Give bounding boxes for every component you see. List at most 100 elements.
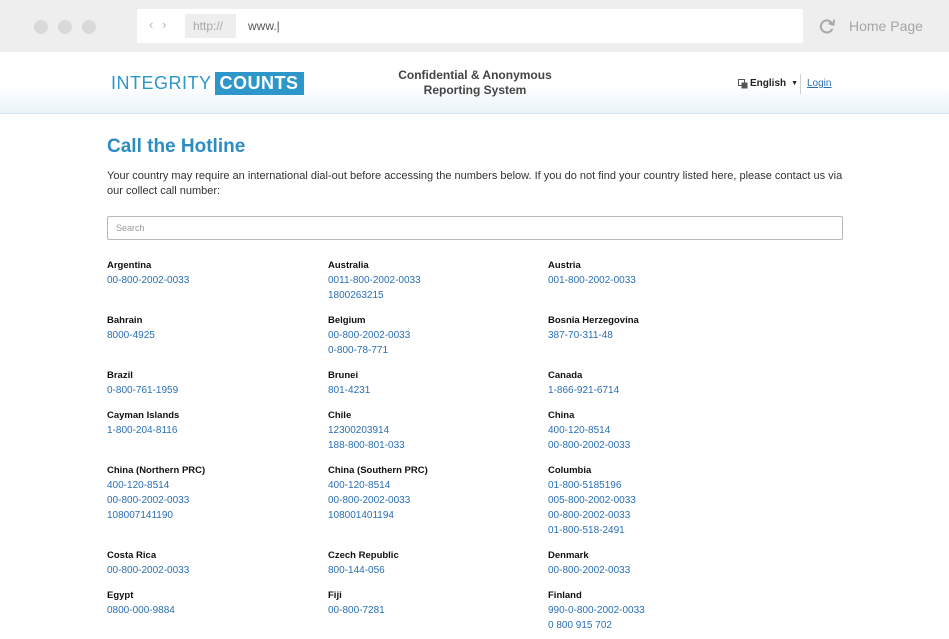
phone-number-link[interactable]: 0011-800-2002-0033 — [328, 273, 528, 288]
country-name: Columbia — [548, 465, 592, 476]
country-name: Austria — [548, 260, 581, 271]
country-entry: Canada 1-866-921-6714 — [548, 368, 748, 398]
language-selector[interactable]: English ▼ — [738, 78, 798, 90]
intro-text: Your country may require an internationa… — [107, 170, 843, 197]
country-name: Costa Rica — [107, 550, 157, 561]
country-entry: Finland 990-0-800-2002-0033 0 800 915 702 — [548, 588, 748, 633]
country-name: China (Southern PRC) — [328, 465, 428, 476]
country-entry: Denmark 00-800-2002-0033 — [548, 548, 748, 578]
phone-number-link[interactable]: 0 800 915 702 — [548, 618, 748, 633]
window-close-dot[interactable] — [34, 20, 48, 34]
country-name: Argentina — [107, 260, 152, 271]
phone-number-link[interactable]: 12300203914 — [328, 423, 528, 438]
country-name: Brazil — [107, 370, 133, 381]
phone-number-link[interactable]: 8000-4925 — [107, 328, 307, 343]
country-entry: Belgium 00-800-2002-0033 0-800-78-771 — [328, 313, 528, 358]
phone-number-link[interactable]: 400-120-8514 — [548, 423, 748, 438]
country-entry: Costa Rica 00-800-2002-0033 — [107, 548, 307, 578]
header-title-line2: Reporting System — [423, 83, 527, 97]
country-entry: Brunei 801-4231 — [328, 368, 528, 398]
home-page-link[interactable]: Home Page — [849, 17, 923, 35]
search-input[interactable] — [108, 217, 842, 239]
phone-number-link[interactable]: 00-800-7281 — [328, 603, 528, 618]
address-bar[interactable]: ‹ › http:// www.| — [137, 9, 803, 43]
phone-number-link[interactable]: 00-800-2002-0033 — [328, 493, 528, 508]
country-entry: Cayman Islands 1-800-204-8116 — [107, 408, 307, 438]
phone-number-link[interactable]: 01-800-5185196 — [548, 478, 748, 493]
phone-number-link[interactable]: 00-800-2002-0033 — [328, 328, 528, 343]
country-name: Bahrain — [107, 315, 143, 326]
logo-text-counts: COUNTS — [214, 72, 304, 95]
country-entry: China 400-120-8514 00-800-2002-0033 — [548, 408, 748, 453]
protocol-label: http:// — [185, 14, 236, 38]
browser-chrome: ‹ › http:// www.| Home Page — [0, 0, 949, 52]
country-entry: Chile 12300203914 188-800-801-033 — [328, 408, 528, 453]
country-entry: Brazil 0-800-761-1959 — [107, 368, 307, 398]
phone-number-link[interactable]: 801-4231 — [328, 383, 528, 398]
back-arrow-icon[interactable]: ‹ — [149, 17, 153, 33]
country-entry: China (Northern PRC) 400-120-8514 00-800-2… — [107, 463, 307, 523]
country-name: Egypt — [107, 590, 134, 601]
phone-number-link[interactable]: 188-800-801-033 — [328, 438, 528, 453]
phone-number-link[interactable]: 00-800-2002-0033 — [548, 563, 748, 578]
login-link[interactable]: Login — [807, 78, 831, 90]
url-text[interactable]: www.| — [248, 18, 280, 34]
phone-number-link[interactable]: 387-70-311-48 — [548, 328, 748, 343]
phone-number-link[interactable]: 800-144-056 — [328, 563, 528, 578]
translate-icon — [738, 79, 748, 89]
phone-number-link[interactable]: 108007141190 — [107, 508, 307, 523]
phone-number-link[interactable]: 1-866-921-6714 — [548, 383, 748, 398]
country-entry: Bosnia Herzegovina 387-70-311-48 — [548, 313, 748, 343]
phone-number-link[interactable]: 00-800-2002-0033 — [548, 508, 748, 523]
phone-number-link[interactable]: 00-800-2002-0033 — [107, 273, 307, 288]
phone-number-link[interactable]: 1-800-204-8116 — [107, 423, 307, 438]
phone-number-link[interactable]: 001-800-2002-0033 — [548, 273, 748, 288]
country-entry: Australia 0011-800-2002-0033 1800263215 — [328, 258, 528, 303]
header-title-line1: Confidential & Anonymous — [398, 68, 552, 82]
phone-number-link[interactable]: 00-800-2002-0033 — [107, 563, 307, 578]
reload-icon[interactable] — [817, 16, 837, 36]
phone-number-link[interactable]: 0800-000-9884 — [107, 603, 307, 618]
logo-text-integrity: INTEGRITY — [111, 73, 212, 93]
country-entry: Columbia 01-800-5185196 005-800-2002-0033 0… — [548, 463, 748, 538]
phone-number-link[interactable]: 0-800-78-771 — [328, 343, 528, 358]
country-name: Czech Republic — [328, 550, 399, 561]
country-name: Australia — [328, 260, 369, 271]
country-entry: Czech Republic 800-144-056 — [328, 548, 528, 578]
country-name: Bosnia Herzegovina — [548, 315, 639, 326]
country-name: Canada — [548, 370, 583, 381]
phone-number-link[interactable]: 005-800-2002-0033 — [548, 493, 748, 508]
phone-number-link[interactable]: 1800263215 — [328, 288, 528, 303]
window-minimize-dot[interactable] — [58, 20, 72, 34]
phone-number-link[interactable]: 0-800-761-1959 — [107, 383, 307, 398]
country-name: Fiji — [328, 590, 342, 601]
country-entry: Fiji 00-800-7281 — [328, 588, 528, 618]
phone-number-link[interactable]: 108001401194 — [328, 508, 528, 523]
country-entry: Austria 001-800-2002-0033 — [548, 258, 748, 288]
integrity-counts-logo[interactable]: INTEGRITY COUNTS — [111, 72, 304, 95]
country-entry: Argentina 00-800-2002-0033 — [107, 258, 307, 288]
phone-number-link[interactable]: 00-800-2002-0033 — [107, 493, 307, 508]
search-box[interactable] — [107, 216, 843, 240]
country-name: Denmark — [548, 550, 589, 561]
country-name: Finland — [548, 590, 582, 601]
country-entry: China (Southern PRC) 400-120-8514 00-800-2… — [328, 463, 528, 523]
chevron-down-icon: ▼ — [791, 80, 799, 87]
phone-number-link[interactable]: 400-120-8514 — [328, 478, 528, 493]
country-name: China — [548, 410, 575, 421]
country-name: China (Northern PRC) — [107, 465, 206, 476]
country-name: Brunei — [328, 370, 359, 381]
phone-number-link[interactable]: 990-0-800-2002-0033 — [548, 603, 748, 618]
phone-number-link[interactable]: 01-800-518-2491 — [548, 523, 748, 538]
phone-number-link[interactable]: 00-800-2002-0033 — [548, 438, 748, 453]
country-entry: Bahrain 8000-4925 — [107, 313, 307, 343]
country-name: Chile — [328, 410, 352, 421]
phone-number-link[interactable]: 400-120-8514 — [107, 478, 307, 493]
header-divider — [800, 74, 801, 94]
language-label: English — [750, 78, 787, 89]
window-maximize-dot[interactable] — [82, 20, 96, 34]
site-header: INTEGRITY COUNTS Confidential & Anonymou… — [0, 52, 949, 114]
forward-arrow-icon[interactable]: › — [162, 17, 166, 33]
header-title: Confidential & Anonymous Reporting Syste… — [380, 68, 570, 98]
country-name: Cayman Islands — [107, 410, 180, 421]
